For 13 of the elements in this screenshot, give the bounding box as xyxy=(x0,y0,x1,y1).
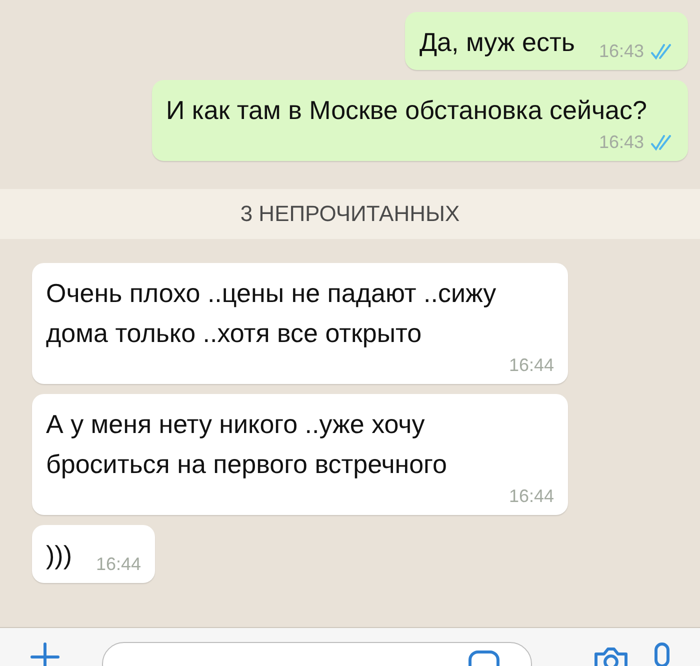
message-time: 16:44 xyxy=(96,554,142,575)
message-time: 16:44 xyxy=(508,355,554,376)
message-text: ))) xyxy=(46,539,72,572)
unread-count: 3 НЕПРОЧИТАННЫХ xyxy=(240,201,460,226)
message-time: 16:43 xyxy=(598,41,644,62)
message-text: Очень плохо ..цены не падают ..сижу дома только ..хотя все открыто xyxy=(46,277,498,350)
message-time: 16:44 xyxy=(508,486,554,507)
message-time: 16:43 xyxy=(598,132,644,153)
message-text: А у меня нету никого ..уже хочу броситься на первого встречного xyxy=(46,408,448,481)
microphone-icon[interactable] xyxy=(652,642,672,666)
plus-icon[interactable] xyxy=(30,642,60,666)
message-text: И как там в Москве обстановка сейчас? xyxy=(166,94,647,127)
message-text: Да, муж есть xyxy=(419,26,575,59)
